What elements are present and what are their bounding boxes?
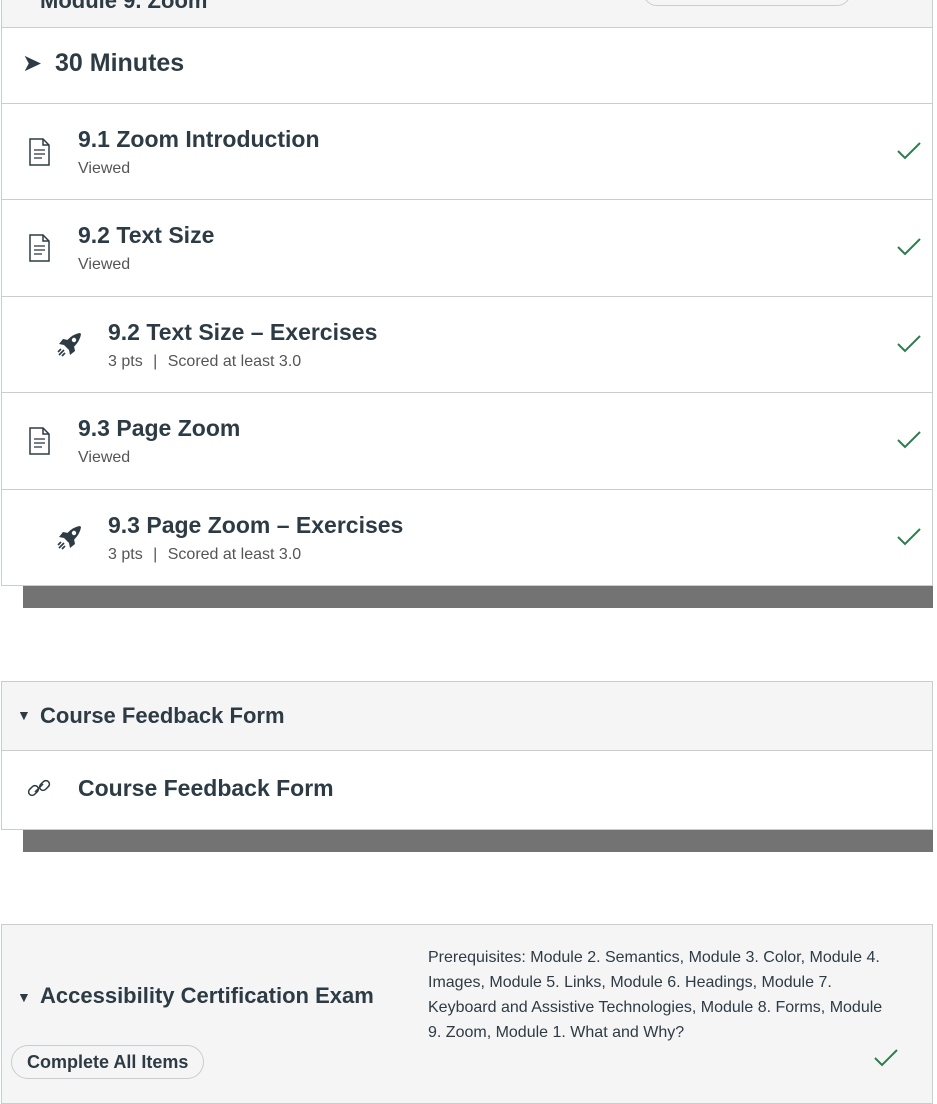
item-status-text: Viewed	[78, 449, 131, 466]
document-icon	[29, 234, 50, 262]
item-title[interactable]: 9.3 Page Zoom – Exercises	[108, 512, 403, 539]
completed-check-icon	[874, 1049, 898, 1067]
feedback-module: ▼ Course Feedback Form Course Feedback F…	[1, 681, 933, 830]
item-title[interactable]: 9.1 Zoom Introduction	[78, 126, 320, 153]
module-title: Course Feedback Form	[40, 703, 285, 728]
feedback-module-header[interactable]: ▼ Course Feedback Form	[2, 682, 932, 751]
item-title[interactable]: Course Feedback Form	[78, 775, 334, 802]
complete-all-items-button[interactable]: Complete All Items	[11, 1045, 205, 1079]
caret-down-icon[interactable]: ▼	[17, 989, 31, 1005]
item-status-text: Viewed	[78, 256, 131, 273]
item-points: 3 pts | Scored at least 3.0	[108, 353, 301, 371]
item-title[interactable]: 9.2 Text Size	[78, 222, 214, 249]
link-icon	[27, 779, 51, 797]
rocket-icon	[57, 526, 81, 550]
arrow-right-icon: ➤	[22, 50, 43, 77]
module-title: Module 9. Zoom	[40, 0, 208, 13]
module-item-9-3-exercises[interactable]: 9.3 Page Zoom – Exercises 3 pts | Scored…	[2, 489, 932, 586]
duration-label: 30 Minutes	[55, 49, 185, 77]
completed-check-icon	[897, 335, 921, 353]
complete-all-items-button-top[interactable]	[643, 0, 851, 6]
points-text: 3 pts	[108, 546, 143, 563]
document-icon	[29, 138, 50, 166]
module-title: Accessibility Certification Exam	[40, 983, 374, 1008]
rocket-icon	[57, 333, 81, 357]
points-text: 3 pts	[108, 353, 143, 370]
score-requirement: Scored at least 3.0	[167, 546, 302, 563]
completed-check-icon	[897, 142, 921, 160]
score-requirement: Scored at least 3.0	[167, 353, 302, 370]
module-footer-bar	[23, 586, 933, 608]
completed-check-icon	[897, 431, 921, 449]
module-item-9-3[interactable]: 9.3 Page Zoom Viewed	[2, 392, 932, 489]
prerequisites-text: Prerequisites: Module 2. Semantics, Modu…	[428, 949, 883, 1041]
module-item-9-2[interactable]: 9.2 Text Size Viewed	[2, 199, 932, 296]
item-title[interactable]: 9.2 Text Size – Exercises	[108, 319, 377, 346]
item-status-text: Viewed	[78, 160, 131, 177]
caret-down-icon[interactable]: ▼	[17, 707, 31, 723]
feedback-link-item[interactable]: Course Feedback Form	[2, 750, 932, 829]
document-icon	[29, 427, 50, 455]
module-header-cut: Module 9. Zoom	[1, 0, 933, 28]
meta-separator: |	[153, 546, 158, 563]
duration-row: ➤ 30 Minutes	[2, 27, 932, 103]
feedback-footer-bar	[23, 830, 933, 852]
exam-module-header: ▼ Accessibility Certification Exam Prere…	[1, 924, 933, 1104]
module-item-9-2-exercises[interactable]: 9.2 Text Size – Exercises 3 pts | Scored…	[2, 296, 932, 393]
item-title[interactable]: 9.3 Page Zoom	[78, 415, 240, 442]
module-item-9-1[interactable]: 9.1 Zoom Introduction Viewed	[2, 103, 932, 200]
item-points: 3 pts | Scored at least 3.0	[108, 546, 301, 564]
meta-separator: |	[153, 353, 158, 370]
completed-check-icon	[897, 238, 921, 256]
module-items-list: ➤ 30 Minutes 9.1 Zoom Introduction Viewe…	[1, 28, 933, 586]
completed-check-icon	[897, 528, 921, 546]
